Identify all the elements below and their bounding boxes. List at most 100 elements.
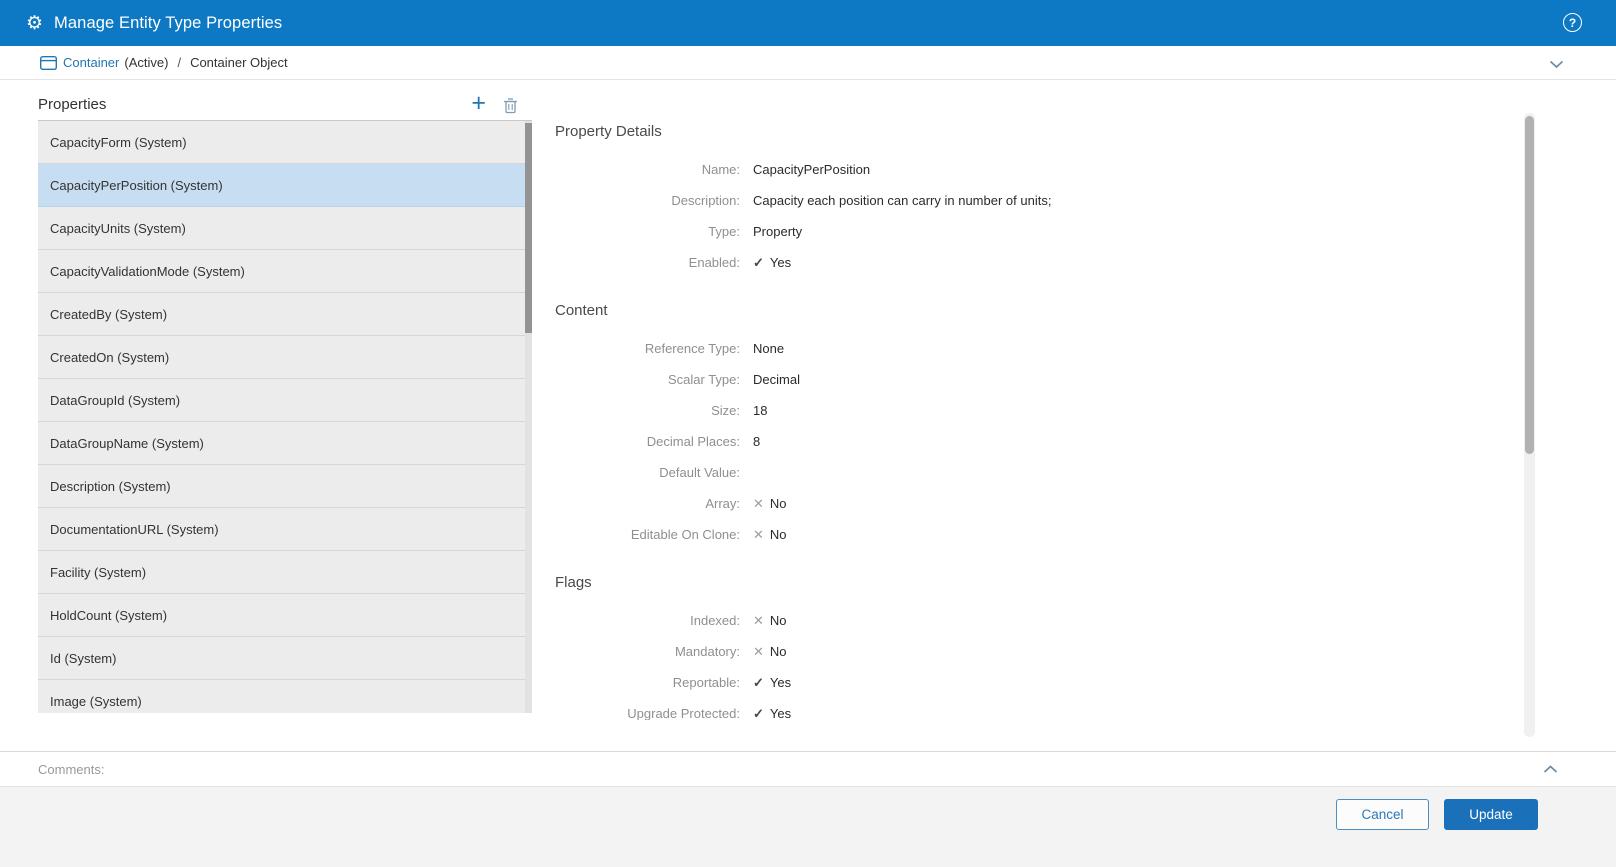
chevron-down-icon[interactable] [1549,60,1564,69]
list-item[interactable]: CapacityValidationMode (System) [38,250,532,293]
detail-value: Decimal [753,372,800,387]
detail-row: Indexed: ✕ No [555,605,1515,636]
detail-label: Array: [705,496,740,511]
list-item-label: DataGroupId (System) [50,392,181,408]
detail-row: Size: 18 [555,395,1515,426]
list-item-label: DocumentationURL (System) [50,521,219,537]
check-icon: ✓ [753,255,764,270]
detail-value-text: Yes [769,255,792,270]
detail-value: ✓ Yes [753,675,791,690]
detail-value-text: Capacity each position can carry in numb… [753,193,1052,208]
detail-label: Size: [711,403,740,418]
detail-value: ✓ Yes [753,706,791,720]
detail-value: ✕ No [753,644,787,659]
detail-label: Decimal Places: [646,434,740,449]
detail-row: Scalar Type: Decimal [555,364,1515,395]
detail-label: Editable On Clone: [630,527,740,542]
main-scrollbar[interactable] [1524,113,1535,737]
list-item-label: HoldCount (System) [50,607,168,623]
delete-property-icon[interactable] [503,97,518,114]
detail-value: Capacity each position can carry in numb… [753,193,1051,208]
detail-row: Default Value: [555,457,1515,488]
detail-value-text: No [769,496,787,511]
detail-label: Scalar Type: [667,372,740,387]
detail-label: Type: [708,224,740,239]
detail-row: Array: ✕ No [555,488,1515,519]
container-icon [40,55,57,70]
list-item[interactable]: Image (System) [38,680,532,713]
list-item[interactable]: HoldCount (System) [38,594,532,637]
list-item[interactable]: Facility (System) [38,551,532,594]
list-item-label: DataGroupName (System) [50,435,204,451]
list-item[interactable]: Description (System) [38,465,532,508]
breadcrumb-current: Container Object [190,55,288,70]
detail-value-text: 8 [753,434,761,449]
add-property-icon[interactable]: + [471,90,486,117]
list-scrollbar-thumb[interactable] [525,123,532,333]
detail-value: ✕ No [753,496,787,511]
entity-status: (Active) [124,55,169,70]
list-item[interactable]: DocumentationURL (System) [38,508,532,551]
properties-title: Properties [38,96,107,113]
detail-row: Decimal Places: 8 [555,426,1515,457]
list-item-label: CreatedOn (System) [50,349,170,365]
check-icon: ✓ [753,675,764,690]
detail-row: Reference Type: None [555,333,1515,364]
cancel-button[interactable]: Cancel [1336,799,1429,830]
detail-value-text: Yes [769,675,792,690]
comments-bar: Comments: [0,751,1616,786]
detail-value: ✕ No [753,527,787,542]
list-item-label: CapacityUnits (System) [50,220,186,236]
detail-value-text: None [753,341,785,356]
list-item[interactable]: CapacityUnits (System) [38,207,532,250]
list-item[interactable]: DataGroupName (System) [38,422,532,465]
properties-panel-header: Properties + [38,90,532,121]
detail-row: Enabled: ✓ Yes [555,247,1515,278]
detail-value: 8 [753,434,760,449]
section-title: Content [555,302,608,319]
detail-value: 18 [753,403,767,418]
check-icon: ✓ [753,706,764,720]
detail-value-text: No [769,527,787,542]
main-scrollbar-thumb[interactable] [1525,116,1534,454]
update-button[interactable]: Update [1444,799,1538,830]
footer-bar: Cancel Update [0,786,1616,867]
detail-label: Description: [671,193,740,208]
cross-icon: ✕ [753,527,764,542]
list-item[interactable]: CreatedOn (System) [38,336,532,379]
chevron-up-icon[interactable] [1543,765,1558,774]
detail-label: Default Value: [659,465,740,480]
detail-label: Reference Type: [644,341,740,356]
list-item[interactable]: Id (System) [38,637,532,680]
list-item-label: Id (System) [50,650,117,666]
list-item[interactable]: CapacityPerPosition (System) [38,164,532,207]
list-item-label: CapacityValidationMode (System) [50,263,245,279]
detail-row: Editable On Clone: ✕ No [555,519,1515,550]
list-item[interactable]: CreatedBy (System) [38,293,532,336]
list-item[interactable]: DataGroupId (System) [38,379,532,422]
list-item-label: Facility (System) [50,564,147,580]
list-item[interactable]: CapacityForm (System) [38,121,532,164]
detail-value: CapacityPerPosition [753,162,870,177]
detail-row: Mandatory: ✕ No [555,636,1515,667]
comments-label: Comments: [38,761,105,777]
detail-value-text: No [769,613,787,628]
help-icon[interactable]: ? [1563,13,1582,32]
details-panel: Property Details Name: CapacityPerPosition… [555,115,1515,720]
detail-value: None [753,341,784,356]
breadcrumb-entity-link[interactable]: Container [63,55,119,70]
list-item-label: CapacityForm (System) [50,134,187,150]
list-item-label: CapacityPerPosition (System) [50,177,223,193]
detail-value-text: Decimal [753,372,800,387]
detail-row: Reportable: ✓ Yes [555,667,1515,698]
list-item-label: Image (System) [50,693,142,709]
list-scrollbar[interactable] [525,121,532,713]
cross-icon: ✕ [753,613,764,628]
breadcrumb-separator: / [177,55,182,70]
detail-label: Indexed: [690,613,740,628]
list-item-label: CreatedBy (System) [50,306,168,322]
detail-row: Upgrade Protected: ✓ Yes [555,698,1515,720]
cross-icon: ✕ [753,496,764,511]
detail-label: Name: [701,162,740,177]
section-title: Flags [555,574,592,591]
